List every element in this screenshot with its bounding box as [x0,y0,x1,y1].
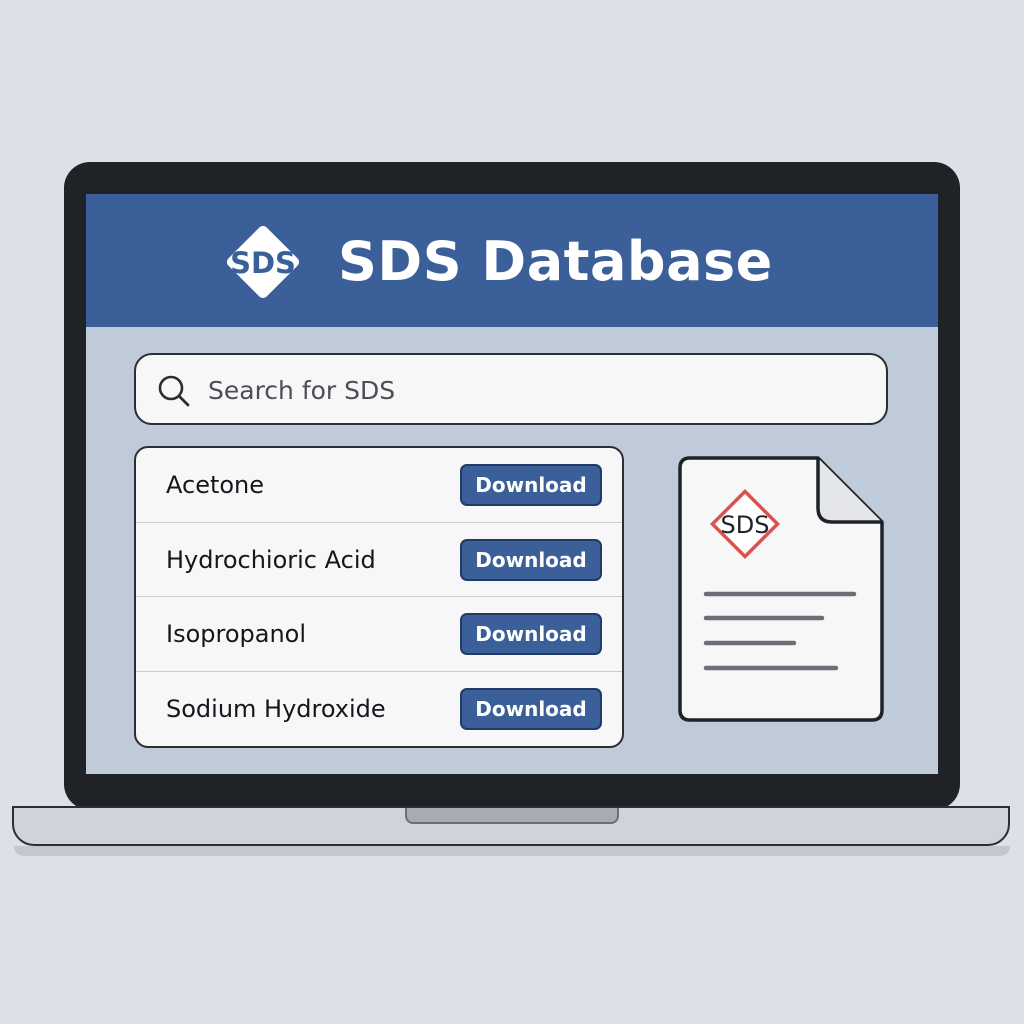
sds-list: Acetone Download Hydrochioric Acid Downl… [134,446,624,748]
list-item: Hydrochioric Acid Download [136,523,622,597]
app-header: SDS SDS Database [86,194,938,327]
app-title: SDS Database [338,230,773,293]
sds-diamond-logo-icon: SDS [226,225,300,299]
search-icon[interactable] [156,373,192,409]
chemical-name: Hydrochioric Acid [166,545,376,574]
list-item: Sodium Hydroxide Download [136,672,622,747]
logo-text: SDS [230,246,296,280]
download-button[interactable]: Download [460,687,602,730]
list-item: Acetone Download [136,448,622,523]
list-item: Isopropanol Download [136,597,622,672]
download-button[interactable]: Download [460,613,602,655]
document-icon: SDS [678,456,884,722]
laptop-trackpad-notch [405,808,619,824]
search-bar[interactable] [134,353,888,425]
download-button[interactable]: Download [460,538,602,581]
search-input[interactable] [206,365,850,415]
document-label: SDS [721,511,770,539]
laptop-shadow [14,846,1010,856]
chemical-name: Sodium Hydroxide [166,694,386,723]
chemical-name: Isopropanol [166,620,307,648]
app-window: SDS SDS Database Acetone Download Hydroc… [86,194,938,774]
page: SDS SDS Database Acetone Download Hydroc… [0,0,1024,1024]
chemical-name: Acetone [166,471,265,499]
download-button[interactable]: Download [460,464,602,506]
